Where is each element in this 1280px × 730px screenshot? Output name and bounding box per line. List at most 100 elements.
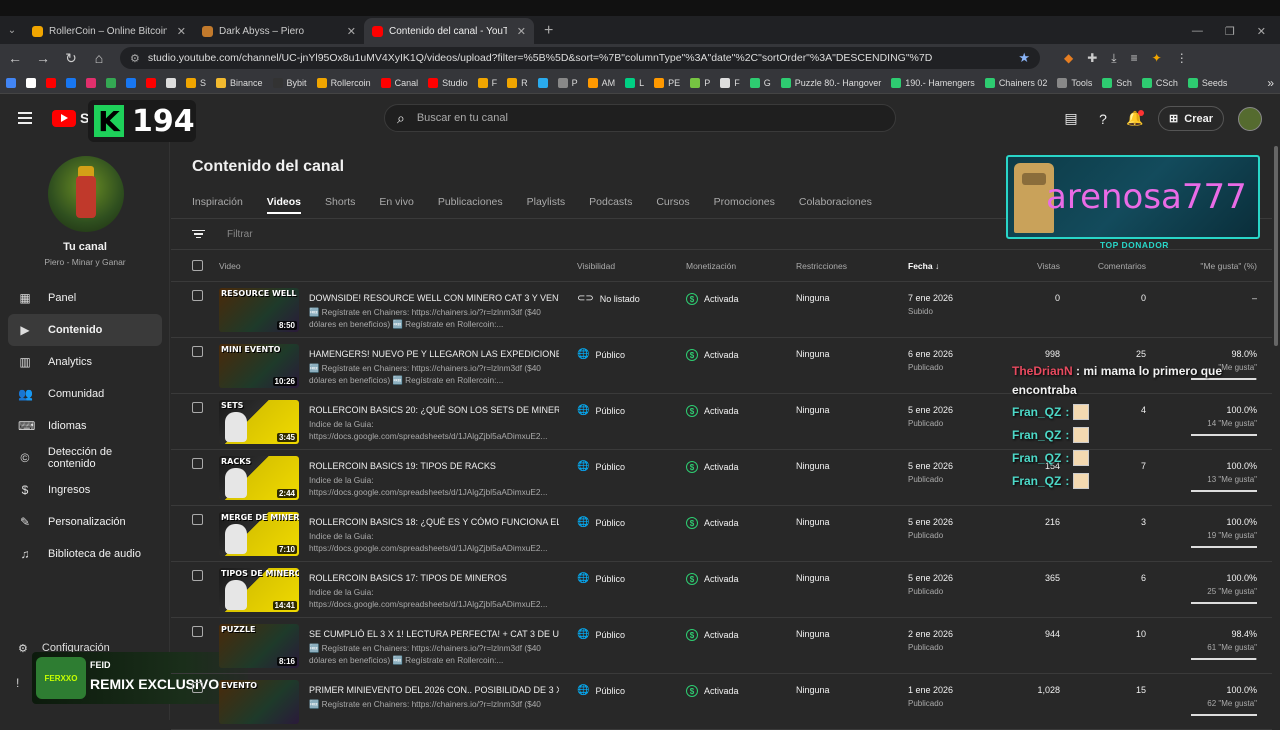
channel-search[interactable]: ⌕ Buscar en tu canal xyxy=(384,104,896,132)
visibility-cell[interactable]: 🌐 Público xyxy=(577,685,625,696)
bookmark-item[interactable] xyxy=(26,77,36,88)
row-checkbox[interactable] xyxy=(192,290,203,301)
notifications-bell-icon[interactable]: 🔔 xyxy=(1126,109,1145,128)
visibility-cell[interactable]: ⊂⊃ No listado xyxy=(577,293,640,304)
bookmark-item[interactable]: F xyxy=(720,77,740,88)
tab-shorts[interactable]: Shorts xyxy=(325,192,355,214)
feedback-icon[interactable]: ▤ xyxy=(1062,110,1080,128)
help-icon[interactable]: ? xyxy=(1094,110,1112,128)
bookmark-item[interactable]: Studio xyxy=(428,77,468,88)
minimize-icon[interactable]: — xyxy=(1192,25,1203,37)
bookmark-item[interactable] xyxy=(166,77,176,88)
bookmarks-overflow-icon[interactable]: » xyxy=(1267,76,1274,90)
col-visibility[interactable]: Visibilidad xyxy=(577,261,615,271)
visibility-cell[interactable]: 🌐 Público xyxy=(577,461,625,472)
monetization-cell[interactable]: $ Activada xyxy=(686,685,739,697)
tab-playlists[interactable]: Playlists xyxy=(527,192,566,214)
row-checkbox[interactable] xyxy=(192,458,203,469)
video-thumbnail[interactable]: RACKS 2:44 xyxy=(219,456,299,500)
visibility-cell[interactable]: 🌐 Público xyxy=(577,349,625,360)
sidebar-item-biblioteca-de-audio[interactable]: ♫ Biblioteca de audio xyxy=(8,538,162,570)
bookmark-item[interactable]: AM xyxy=(587,77,615,88)
send-feedback-icon[interactable]: ! xyxy=(16,676,19,690)
bookmark-item[interactable]: 190.- Hamengers xyxy=(891,77,975,88)
visibility-cell[interactable]: 🌐 Público xyxy=(577,517,625,528)
bookmark-item[interactable]: F xyxy=(477,77,497,88)
row-checkbox[interactable] xyxy=(192,514,203,525)
media-icon[interactable]: ≡ xyxy=(1131,51,1138,66)
tab-colaboraciones[interactable]: Colaboraciones xyxy=(799,192,872,214)
sidebar-item-personalizaci-n[interactable]: ✎ Personalización xyxy=(8,506,162,538)
bookmark-item[interactable]: R xyxy=(507,77,528,88)
extension-fox-icon[interactable]: ◆ xyxy=(1064,51,1073,66)
bookmark-item[interactable] xyxy=(106,77,116,88)
tab-close-icon[interactable]: ✕ xyxy=(177,25,186,38)
extension-rollercoin-icon[interactable]: ✦ xyxy=(1152,51,1162,66)
hamburger-menu-icon[interactable] xyxy=(18,112,32,124)
menu-dots-icon[interactable]: ⋮ xyxy=(1176,51,1188,66)
bookmark-item[interactable]: P xyxy=(557,77,578,88)
extensions-puzzle-icon[interactable]: ✚ xyxy=(1087,51,1097,66)
create-button[interactable]: ⊞ Crear xyxy=(1158,106,1224,131)
monetization-cell[interactable]: $ Activada xyxy=(686,405,739,417)
url-field[interactable]: ⚙ studio.youtube.com/channel/UC-jnYl95Ox… xyxy=(120,47,1040,69)
bookmark-item[interactable]: Canal xyxy=(380,77,418,88)
tab-videos[interactable]: Videos xyxy=(266,192,302,214)
filter-icon[interactable] xyxy=(191,229,205,239)
page-scrollbar[interactable] xyxy=(1272,142,1280,720)
video-thumbnail[interactable]: EVENTO xyxy=(219,680,299,724)
sidebar-item-ingresos[interactable]: $ Ingresos xyxy=(8,474,162,506)
browser-tab[interactable]: Dark Abyss – Piero ✕ xyxy=(194,18,364,44)
video-thumbnail[interactable]: PUZZLE 8:16 xyxy=(219,624,299,668)
bookmark-item[interactable] xyxy=(46,77,56,88)
bookmark-item[interactable] xyxy=(126,77,136,88)
sidebar-item-detecci-n-de-contenido[interactable]: © Detección de contenido xyxy=(8,442,162,474)
col-likes[interactable]: "Me gusta" (%) xyxy=(1200,261,1257,271)
tab-promociones[interactable]: Promociones xyxy=(714,192,775,214)
back-icon[interactable]: ← xyxy=(8,50,22,66)
tab-publicaciones[interactable]: Publicaciones xyxy=(438,192,503,214)
forward-icon[interactable]: → xyxy=(36,50,50,66)
monetization-cell[interactable]: $ Activada xyxy=(686,573,739,585)
table-row[interactable]: MERGE DE MINEROS 7:10 ROLLERCOIN BASICS 18… xyxy=(171,506,1272,562)
bookmark-item[interactable]: Chainers 02 xyxy=(984,77,1047,88)
monetization-cell[interactable]: $ Activada xyxy=(686,293,739,305)
account-avatar[interactable] xyxy=(1238,106,1262,131)
site-info-icon[interactable]: ⚙ xyxy=(130,52,140,65)
video-title[interactable]: HAMENGERS! NUEVO PE Y LLEGARON LAS EXPED… xyxy=(309,349,559,359)
bookmark-item[interactable]: Puzzle 80.- Hangover xyxy=(780,77,881,88)
row-checkbox[interactable] xyxy=(192,346,203,357)
video-thumbnail[interactable]: MERGE DE MINEROS 7:10 xyxy=(219,512,299,556)
filter-input[interactable]: Filtrar xyxy=(227,229,253,240)
tab-inspiraci-n[interactable]: Inspiración xyxy=(192,192,243,214)
video-title[interactable]: ROLLERCOIN BASICS 19: TIPOS DE RACKS xyxy=(309,461,559,471)
bookmark-star-icon[interactable]: ★ xyxy=(1018,50,1030,66)
select-all-checkbox[interactable] xyxy=(192,260,203,271)
close-window-icon[interactable]: ✕ xyxy=(1257,25,1266,38)
tab-close-icon[interactable]: ✕ xyxy=(517,25,526,38)
video-thumbnail[interactable]: SETS 3:45 xyxy=(219,400,299,444)
bookmark-item[interactable] xyxy=(86,77,96,88)
monetization-cell[interactable]: $ Activada xyxy=(686,629,739,641)
table-row[interactable]: RESOURCE WELL 8:50 DOWNSIDE! RESOURCE WELL… xyxy=(171,282,1272,338)
monetization-cell[interactable]: $ Activada xyxy=(686,461,739,473)
bookmark-item[interactable]: Rollercoin xyxy=(316,77,371,88)
table-row[interactable]: EVENTO PRIMER MINIEVENTO DEL 2026 CON.. P… xyxy=(171,674,1272,730)
video-title[interactable]: PRIMER MINIEVENTO DEL 2026 CON.. POSIBIL… xyxy=(309,685,559,695)
tab-cursos[interactable]: Cursos xyxy=(656,192,689,214)
table-row[interactable]: TIPOS DE MINEROS 14:41 ROLLERCOIN BASICS 1… xyxy=(171,562,1272,618)
video-title[interactable]: ROLLERCOIN BASICS 18: ¿QUÉ ES Y CÓMO FUN… xyxy=(309,517,559,527)
row-checkbox[interactable] xyxy=(192,682,203,693)
new-tab-button[interactable]: + xyxy=(534,18,563,44)
col-monetization[interactable]: Monetización xyxy=(686,261,736,271)
bookmark-item[interactable]: Sch xyxy=(1102,77,1132,88)
tab-close-icon[interactable]: ✕ xyxy=(347,25,356,38)
bookmark-item[interactable]: Tools xyxy=(1057,77,1092,88)
table-row[interactable]: PUZZLE 8:16 SE CUMPLIÓ EL 3 X 1! LECTURA P… xyxy=(171,618,1272,674)
video-title[interactable]: ROLLERCOIN BASICS 17: TIPOS DE MINEROS xyxy=(309,573,559,583)
bookmark-item[interactable] xyxy=(146,77,156,88)
bookmark-item[interactable]: Seeds xyxy=(1187,77,1227,88)
sidebar-item-analytics[interactable]: ▥ Analytics xyxy=(8,346,162,378)
bookmark-item[interactable]: PE xyxy=(654,77,680,88)
video-title[interactable]: SE CUMPLIÓ EL 3 X 1! LECTURA PERFECTA! +… xyxy=(309,629,559,639)
